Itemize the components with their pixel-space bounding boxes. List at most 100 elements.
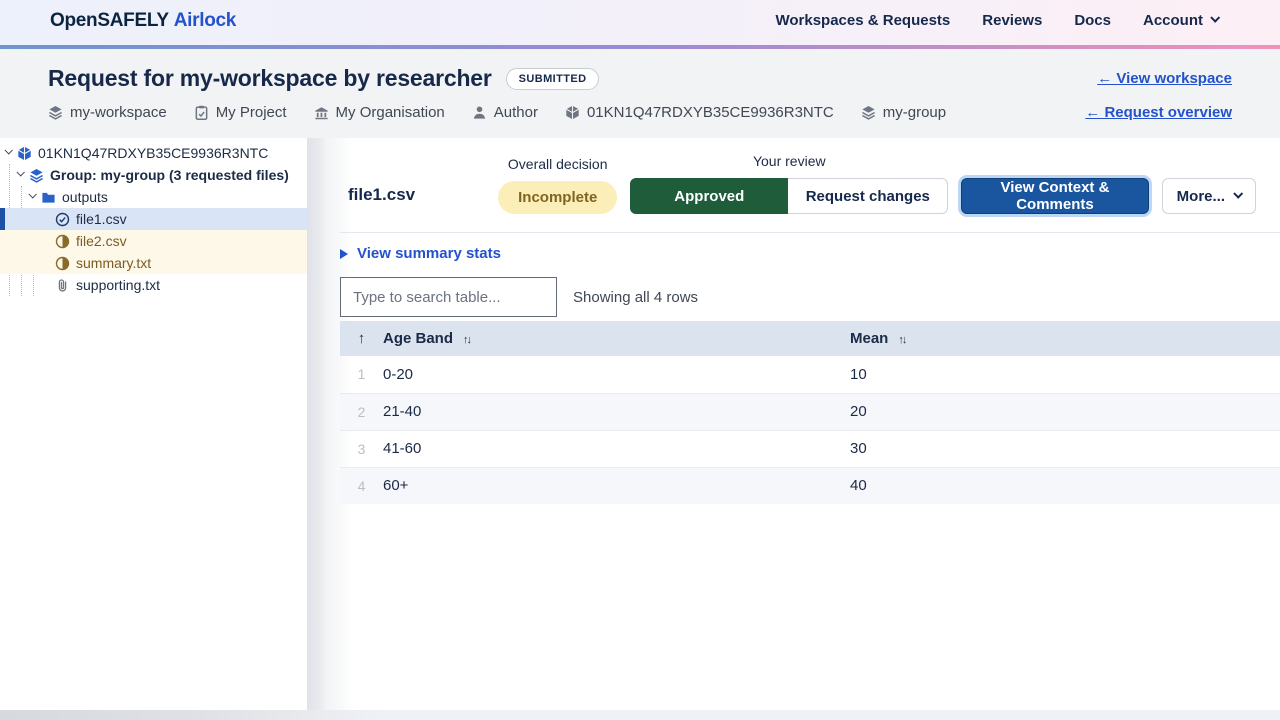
chevron-down-icon (28, 190, 36, 198)
mean-cell: 10 (850, 356, 1280, 393)
table-search-input[interactable] (340, 277, 557, 317)
nav-workspaces-requests[interactable]: Workspaces & Requests (775, 12, 950, 29)
tree-item-file1[interactable]: file1.csv (0, 208, 307, 230)
half-circle-icon (55, 234, 70, 249)
overall-decision-block: Overall decision Incomplete (498, 156, 617, 214)
row-number: 3 (340, 430, 383, 467)
approved-button[interactable]: Approved (630, 178, 788, 214)
tree-outputs-label: outputs (62, 189, 108, 205)
page-title: Request for my-workspace by researcher (48, 65, 492, 92)
brand-logo[interactable]: OpenSAFELYAirlock (50, 10, 236, 32)
file-review-header: file1.csv Overall decision Incomplete Yo… (340, 138, 1280, 233)
table-row: 2 21-40 20 (340, 393, 1280, 430)
rows-status: Showing all 4 rows (573, 289, 698, 306)
meta-project-label: My Project (216, 104, 287, 121)
mean-cell: 30 (850, 430, 1280, 467)
tree-item-summary[interactable]: summary.txt (0, 252, 307, 274)
view-context-comments-button[interactable]: View Context & Comments (961, 178, 1148, 214)
age-band-cell: 21-40 (383, 393, 850, 430)
meta-group: my-group (861, 104, 946, 121)
meta-author-label: Author (494, 104, 538, 121)
cube-icon (565, 105, 580, 120)
overall-decision-badge: Incomplete (498, 181, 617, 214)
meta-organisation-label: My Organisation (336, 104, 445, 121)
sort-toggle-icon[interactable]: ↑↓ (463, 334, 470, 346)
age-band-column-header[interactable]: Age Band ↑↓ (383, 321, 850, 356)
nav-docs[interactable]: Docs (1074, 12, 1111, 29)
table-row: 4 60+ 40 (340, 467, 1280, 504)
tree-item-group[interactable]: Group: my-group (3 requested files) (0, 164, 307, 186)
tree-group-label: Group: my-group (3 requested files) (50, 167, 289, 183)
data-table: ↑ Age Band ↑↓ Mean↑↓ 1 0-20 10 2 21-40 20… (340, 321, 1280, 504)
half-circle-icon (55, 256, 70, 271)
request-changes-button[interactable]: Request changes (788, 178, 948, 214)
clipboard-icon (194, 105, 209, 120)
overall-decision-label: Overall decision (508, 156, 608, 172)
tree-item-request-root[interactable]: 01KN1Q47RDXYB35CE9936R3NTC (0, 142, 307, 164)
row-number: 2 (340, 393, 383, 430)
row-number: 4 (340, 467, 383, 504)
check-circle-icon (55, 212, 70, 227)
table-row: 1 0-20 10 (340, 356, 1280, 393)
organisation-icon (314, 105, 329, 120)
row-number: 1 (340, 356, 383, 393)
sidebar-resize-handle[interactable] (307, 138, 324, 710)
horizontal-scrollbar-track[interactable] (0, 710, 1280, 720)
brand-primary: OpenSAFELY (50, 10, 169, 31)
view-summary-stats-toggle[interactable]: View summary stats (340, 233, 501, 273)
review-button-group: Approved Request changes (630, 178, 948, 214)
tree-item-outputs-folder[interactable]: outputs (0, 186, 307, 208)
age-band-cell: 60+ (383, 467, 850, 504)
sort-toggle-icon[interactable]: ↑↓ (898, 334, 905, 346)
table-search-row: Showing all 4 rows (340, 277, 1280, 317)
paperclip-icon (55, 278, 70, 293)
meta-organisation: My Organisation (314, 104, 445, 121)
row-number-sort-header[interactable]: ↑ (340, 321, 383, 356)
table-row: 3 41-60 30 (340, 430, 1280, 467)
tree-file1-label: file1.csv (76, 211, 127, 227)
chevron-down-icon (1210, 13, 1220, 23)
view-summary-stats-label: View summary stats (357, 245, 501, 262)
mean-cell: 20 (850, 393, 1280, 430)
status-badge: SUBMITTED (506, 68, 600, 90)
nav-links: Workspaces & Requests Reviews Docs Accou… (775, 12, 1218, 29)
meta-request-id: 01KN1Q47RDXYB35CE9936R3NTC (565, 104, 834, 121)
meta-author: Author (472, 104, 538, 121)
tree-item-file2[interactable]: file2.csv (0, 230, 307, 252)
layers-icon (861, 105, 876, 120)
top-nav: OpenSAFELYAirlock Workspaces & Requests … (0, 0, 1280, 49)
nav-account-label: Account (1143, 12, 1203, 29)
request-overview-link[interactable]: ← Request overview (1085, 104, 1232, 121)
nav-reviews[interactable]: Reviews (982, 12, 1042, 29)
meta-project: My Project (194, 104, 287, 121)
age-band-cell: 0-20 (383, 356, 850, 393)
more-button-label: More... (1177, 188, 1225, 205)
nav-account-menu[interactable]: Account (1143, 12, 1218, 29)
cube-icon (17, 146, 32, 161)
file-tree-sidebar: 01KN1Q47RDXYB35CE9936R3NTC Group: my-gro… (0, 138, 307, 710)
folder-icon (41, 190, 56, 205)
meta-row: my-workspace My Project My Organisation … (48, 104, 1232, 121)
meta-workspace-label: my-workspace (70, 104, 167, 121)
tree-summary-label: summary.txt (76, 255, 151, 271)
main-content: file1.csv Overall decision Incomplete Yo… (324, 138, 1280, 710)
triangle-right-icon (340, 249, 348, 259)
chevron-down-icon (4, 146, 12, 154)
body: 01KN1Q47RDXYB35CE9936R3NTC Group: my-gro… (0, 138, 1280, 710)
your-review-block: Your review Approved Request changes (630, 153, 948, 214)
file-title: file1.csv (348, 185, 415, 205)
tree-item-supporting[interactable]: supporting.txt (0, 274, 307, 296)
age-band-header-label: Age Band (383, 330, 453, 347)
tree-supporting-label: supporting.txt (76, 277, 160, 293)
view-workspace-link[interactable]: ← View workspace (1097, 70, 1232, 87)
mean-cell: 40 (850, 467, 1280, 504)
brand-secondary: Airlock (174, 10, 236, 31)
title-row: Request for my-workspace by researcher S… (48, 65, 1232, 92)
your-review-label: Your review (753, 153, 826, 169)
meta-group-label: my-group (883, 104, 946, 121)
tree-file2-label: file2.csv (76, 233, 127, 249)
more-button[interactable]: More... (1162, 178, 1256, 214)
layers-icon (29, 168, 44, 183)
mean-column-header[interactable]: Mean↑↓ (850, 321, 1280, 356)
sort-ascending-icon[interactable]: ↑ (358, 330, 366, 347)
